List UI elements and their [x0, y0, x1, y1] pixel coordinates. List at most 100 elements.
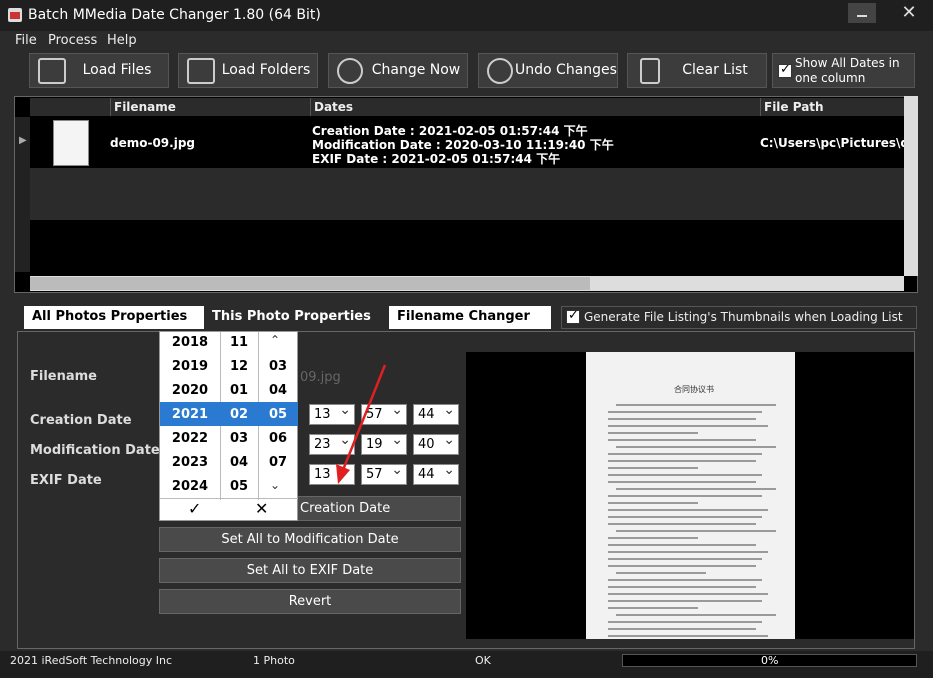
tab-filename-changer[interactable]: Filename Changer: [389, 306, 551, 329]
picker-year-option[interactable]: 2022: [160, 431, 220, 446]
column-filename[interactable]: Filename: [114, 100, 176, 114]
clear-list-label: Clear List: [682, 62, 748, 78]
document-text-line: [608, 607, 698, 609]
picker-day-option[interactable]: 07: [259, 455, 297, 470]
column-separator: [110, 98, 111, 116]
document-text-line: [616, 404, 776, 406]
picker-month-option[interactable]: 05: [220, 479, 258, 494]
window-title: Batch MMedia Date Changer 1.80 (64 Bit): [28, 7, 321, 23]
document-text-line: [616, 614, 776, 616]
grid-header: Filename Dates File Path: [30, 98, 904, 116]
document-text-line: [608, 621, 762, 623]
document-text-line: [608, 516, 762, 518]
tab-this-photo-properties[interactable]: This Photo Properties: [204, 306, 386, 329]
table-row-empty: [30, 168, 904, 220]
show-all-dates-checkbox[interactable]: [778, 62, 792, 78]
picker-scroll-down-icon[interactable]: ⌄: [270, 478, 280, 492]
tab-all-photos-properties[interactable]: All Photos Properties: [24, 306, 204, 329]
close-button[interactable]: ✕: [893, 3, 925, 23]
menu-help[interactable]: Help: [107, 33, 137, 48]
picker-day-option[interactable]: 06: [259, 431, 297, 446]
exif-second-select[interactable]: 44: [413, 462, 459, 485]
row-indicator: ▶: [15, 117, 30, 272]
row-pointer-icon: ▶: [19, 135, 27, 146]
load-folders-button[interactable]: Load Folders: [178, 53, 318, 88]
document-image: 合同协议书: [586, 352, 795, 639]
load-files-button[interactable]: Load Files: [29, 53, 169, 88]
document-text-line: [608, 460, 756, 462]
picker-month-option[interactable]: 02: [220, 407, 258, 422]
creation-hour-select[interactable]: 13: [309, 402, 355, 425]
show-all-dates-label: Show All Dates in one column: [795, 56, 900, 85]
picker-year-option[interactable]: 2020: [160, 383, 220, 398]
generate-thumbnails-option[interactable]: Generate File Listing's Thumbnails when …: [561, 306, 917, 329]
status-photo-count: 1 Photo: [253, 654, 295, 667]
load-files-label: Load Files: [82, 62, 152, 78]
vertical-scrollbar[interactable]: [904, 96, 918, 276]
picker-month-option[interactable]: 11: [220, 335, 258, 350]
modification-second-select[interactable]: 40: [413, 432, 459, 455]
menu-file[interactable]: File: [15, 33, 37, 48]
picker-month-option[interactable]: 12: [220, 359, 258, 374]
picker-month-option[interactable]: 04: [220, 455, 258, 470]
creation-minute-select[interactable]: 57: [361, 402, 407, 425]
picker-footer-divider: [160, 498, 298, 499]
document-text-line: [616, 488, 776, 490]
document-text-line: [608, 467, 698, 469]
horizontal-scroll-thumb[interactable]: [30, 277, 590, 290]
file-thumbnail: [53, 120, 89, 166]
picker-day-option[interactable]: 03: [259, 359, 297, 374]
picker-confirm-icon[interactable]: ✓: [188, 499, 201, 518]
document-text-line: [616, 530, 776, 532]
picker-day-option[interactable]: 05: [259, 407, 297, 422]
generate-thumbnails-label: Generate File Listing's Thumbnails when …: [584, 310, 903, 324]
picker-month-option[interactable]: 01: [220, 383, 258, 398]
document-text-line: [608, 502, 698, 504]
exif-minute-select[interactable]: 57: [361, 462, 407, 485]
picker-cancel-icon[interactable]: ✕: [255, 499, 268, 518]
document-text-line: [608, 411, 762, 413]
document-text-line: [608, 453, 762, 455]
column-dates[interactable]: Dates: [314, 100, 353, 114]
show-all-dates-option[interactable]: Show All Dates in one column: [772, 53, 915, 88]
document-text-line: [608, 628, 756, 630]
filename-value: 09.jpg: [300, 370, 341, 385]
set-all-to-exif-button[interactable]: Set All to EXIF Date: [159, 558, 461, 583]
document-text-line: [608, 586, 756, 588]
exif-date-label: EXIF Date: [30, 473, 102, 488]
status-state: OK: [475, 654, 491, 667]
change-now-button[interactable]: Change Now: [328, 53, 468, 88]
change-now-label: Change Now: [371, 62, 461, 78]
document-text-line: [608, 523, 756, 525]
picker-year-option[interactable]: 2021: [160, 407, 220, 422]
row-filename: demo-09.jpg: [110, 136, 196, 150]
minimize-button[interactable]: [848, 3, 876, 23]
document-text-line: [608, 439, 756, 441]
picker-day-option[interactable]: 04: [259, 383, 297, 398]
progress-text: 0%: [761, 654, 779, 667]
exif-hour-select[interactable]: 13: [309, 462, 355, 485]
document-text-line: [608, 474, 762, 476]
column-file-path[interactable]: File Path: [764, 100, 824, 114]
picker-month-option[interactable]: 03: [220, 431, 258, 446]
generate-thumbnails-checkbox[interactable]: [566, 308, 580, 324]
document-text-line: [616, 446, 776, 448]
document-text-line: [608, 635, 768, 637]
modification-hour-select[interactable]: 23: [309, 432, 355, 455]
document-text-line: [608, 537, 698, 539]
picker-year-option[interactable]: 2024: [160, 479, 220, 494]
set-all-to-modification-button[interactable]: Set All to Modification Date: [159, 527, 461, 552]
menu-process[interactable]: Process: [48, 33, 97, 48]
undo-changes-button[interactable]: Undo Changes: [478, 53, 618, 88]
creation-second-select[interactable]: 44: [413, 402, 459, 425]
picker-year-option[interactable]: 2023: [160, 455, 220, 470]
modification-minute-select[interactable]: 19: [361, 432, 407, 455]
clear-list-button[interactable]: Clear List: [627, 53, 767, 88]
picker-year-option[interactable]: 2019: [160, 359, 220, 374]
revert-button[interactable]: Revert: [159, 589, 461, 614]
picker-scroll-up-icon[interactable]: ⌃: [270, 333, 280, 347]
document-text-line: [608, 495, 762, 497]
document-text-line: [608, 558, 762, 560]
picker-year-option[interactable]: 2018: [160, 335, 220, 350]
document-text-line: [616, 572, 706, 574]
